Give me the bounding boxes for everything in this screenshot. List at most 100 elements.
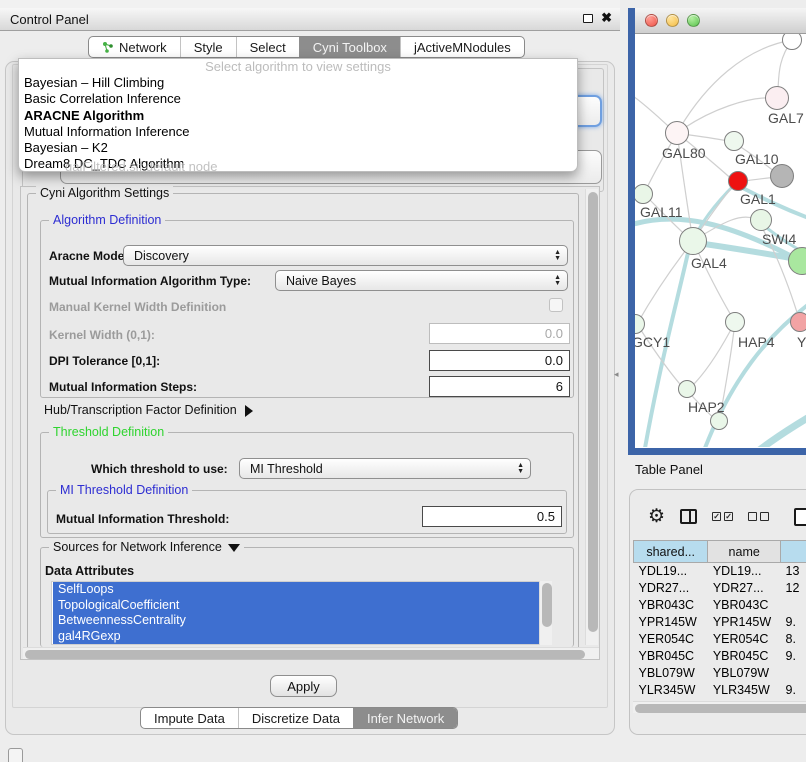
control-panel-title: Control Panel (10, 12, 89, 27)
scrollbar-thumb[interactable] (25, 650, 585, 659)
kernel-width-field[interactable]: 0.0 (429, 323, 570, 344)
network-node-y[interactable] (790, 312, 806, 332)
minimize-button-icon[interactable] (666, 14, 679, 27)
mi-threshold-definition-group: MI Threshold Definition Mutual Informati… (47, 490, 567, 534)
table-row[interactable]: YLR345WYLR345W9. (634, 682, 806, 699)
scrollbar-thumb[interactable] (635, 704, 806, 713)
algorithm-option[interactable]: Basic Correlation Inference (19, 91, 577, 107)
table-row[interactable]: YBL079WYBL079W (634, 665, 806, 682)
attribute-list-item[interactable]: BetweennessCentrality (53, 613, 549, 629)
export-table-icon[interactable] (794, 508, 806, 526)
column-header[interactable]: shared... (634, 541, 708, 563)
stepper-arrows-icon: ▲▼ (548, 275, 567, 286)
column-header[interactable] (781, 541, 806, 563)
panel-splitter-handle[interactable]: ◂ (614, 369, 619, 380)
table-row[interactable]: YPR145WYPR145W9. (634, 614, 806, 631)
network-node-hap4[interactable] (725, 312, 745, 332)
group-title: Algorithm Definition (49, 213, 165, 227)
minimized-panel-icon[interactable] (8, 748, 23, 762)
tab-cyni-toolbox[interactable]: Cyni Toolbox (299, 37, 400, 57)
settings-scroll-area: Cyni Algorithm Settings Algorithm Defini… (20, 186, 600, 660)
columns-icon[interactable] (680, 509, 697, 524)
data-attributes-list[interactable]: SelfLoopsTopologicalCoefficientBetweenne… (51, 581, 551, 645)
network-node[interactable] (770, 164, 794, 188)
group-title: MI Threshold Definition (56, 483, 192, 497)
attributes-vertical-scrollbar[interactable] (539, 581, 552, 645)
table-row[interactable]: YBR045CYBR045C9. (634, 648, 806, 665)
mi-algorithm-type-combobox[interactable]: Naive Bayes ▲▼ (275, 270, 568, 291)
network-node-swi4[interactable] (750, 209, 772, 231)
network-canvas[interactable]: GAL7GAL80GAL10GAL1GAL11SWI4GAL4GCY1HAP4Y… (635, 34, 806, 447)
aracne-mode-combobox[interactable]: Discovery ▲▼ (123, 245, 568, 266)
network-node-gal80[interactable] (665, 121, 689, 145)
tab-network[interactable]: Network (89, 37, 180, 57)
table-cell: YPR145W (634, 614, 708, 631)
attribute-list-item[interactable]: gal4RGexp (53, 629, 549, 645)
algorithm-option[interactable]: Bayesian – Hill Climbing (19, 75, 577, 91)
tab-impute-data[interactable]: Impute Data (141, 708, 238, 728)
field-value: 0.0 (545, 353, 563, 368)
which-threshold-label: Which threshold to use: (91, 462, 228, 476)
settings-horizontal-scrollbar[interactable] (23, 647, 599, 659)
control-panel-tabbar: Network Style Select Cyni Toolbox jActiv… (88, 36, 525, 58)
which-threshold-combobox[interactable]: MI Threshold ▲▼ (239, 458, 531, 479)
table-toolbar: ⚙ ✓✓ (630, 498, 806, 534)
attribute-list-item[interactable]: SelfLoops (53, 582, 549, 598)
table-row[interactable]: YDL19...YDL19...13 (634, 563, 806, 580)
footer-tabbar: Impute Data Discretize Data Infer Networ… (140, 707, 458, 729)
algorithm-option[interactable]: Bayesian – K2 (19, 140, 577, 156)
network-node-gal7[interactable] (765, 86, 789, 110)
column-header[interactable]: name (708, 541, 781, 563)
algorithm-option[interactable]: Mutual Information Inference (19, 124, 577, 140)
network-node-gal4[interactable] (679, 227, 707, 255)
algorithm-option[interactable]: ARACNE Algorithm (19, 108, 577, 124)
mi-threshold-field[interactable]: 0.5 (422, 506, 562, 527)
gear-icon[interactable]: ⚙ (648, 507, 665, 526)
network-node-gal1[interactable] (728, 171, 748, 191)
table-row[interactable]: YDR27...YDR27...12 (634, 580, 806, 597)
select-all-checkboxes-icon[interactable]: ✓✓ (712, 512, 733, 521)
apply-button-label: Apply (287, 679, 320, 694)
table-cell: YBL079W (708, 665, 781, 682)
scrollbar-thumb[interactable] (588, 192, 598, 632)
table-row[interactable]: YBR043CYBR043C (634, 597, 806, 614)
dpi-tolerance-field[interactable]: 0.0 (429, 350, 570, 371)
network-node-gal10[interactable] (724, 131, 744, 151)
float-window-icon[interactable] (583, 14, 593, 23)
table-cell: YBR045C (634, 648, 708, 665)
table-cell: 9. (781, 648, 806, 665)
node-label: SWI4 (762, 231, 796, 247)
table-row[interactable]: YER054CYER054C8. (634, 631, 806, 648)
table-cell: 13 (781, 563, 806, 580)
tab-label: Discretize Data (252, 711, 340, 726)
tab-select[interactable]: Select (236, 37, 299, 57)
application-window: Control Panel ✖ Network Style Select Cyn… (0, 0, 806, 762)
data-attributes-label: Data Attributes (45, 564, 134, 578)
aracne-mode-label: Aracne Mode: (49, 249, 128, 263)
close-button-icon[interactable] (645, 14, 658, 27)
zoom-button-icon[interactable] (687, 14, 700, 27)
network-node-hap2[interactable] (678, 380, 696, 398)
hub-transcription-factor-expander[interactable]: Hub/Transcription Factor Definition (44, 403, 253, 417)
attribute-list-item[interactable]: TopologicalCoefficient (53, 598, 549, 614)
table-cell: 12 (781, 580, 806, 597)
settings-vertical-scrollbar[interactable] (585, 189, 598, 645)
tab-label: Infer Network (367, 711, 444, 726)
tab-label: Style (194, 40, 223, 55)
table-cell: YLR345W (634, 682, 708, 699)
deselect-all-checkboxes-icon[interactable] (748, 512, 769, 521)
close-panel-icon[interactable]: ✖ (601, 12, 612, 24)
network-node[interactable] (710, 412, 728, 430)
mi-steps-field[interactable]: 6 (429, 376, 570, 397)
tab-jactivemnodules[interactable]: jActiveMNodules (400, 37, 524, 57)
scrollbar-thumb[interactable] (542, 583, 552, 627)
tab-label: Network (119, 40, 167, 55)
table-horizontal-scrollbar[interactable] (633, 701, 806, 713)
tab-infer-network[interactable]: Infer Network (353, 708, 457, 728)
table-cell: YDL19... (634, 563, 708, 580)
tab-discretize-data[interactable]: Discretize Data (238, 708, 353, 728)
tab-style[interactable]: Style (180, 37, 236, 57)
manual-kernel-checkbox[interactable] (549, 298, 563, 312)
tab-label: jActiveMNodules (414, 40, 511, 55)
apply-button[interactable]: Apply (270, 675, 337, 697)
